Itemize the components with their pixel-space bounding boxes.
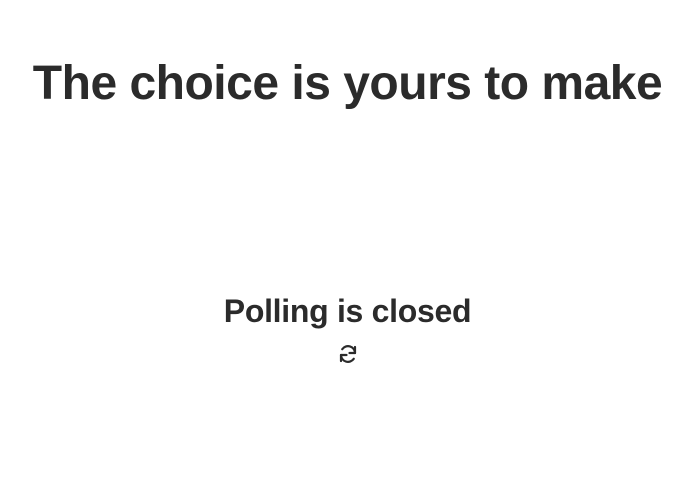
- refresh-icon: [339, 345, 356, 363]
- poll-status-message: Polling is closed: [223, 293, 472, 329]
- refresh-button[interactable]: [336, 342, 360, 366]
- poll-status: Polling is closed: [0, 290, 695, 371]
- page-title: The choice is yours to make: [32, 57, 663, 110]
